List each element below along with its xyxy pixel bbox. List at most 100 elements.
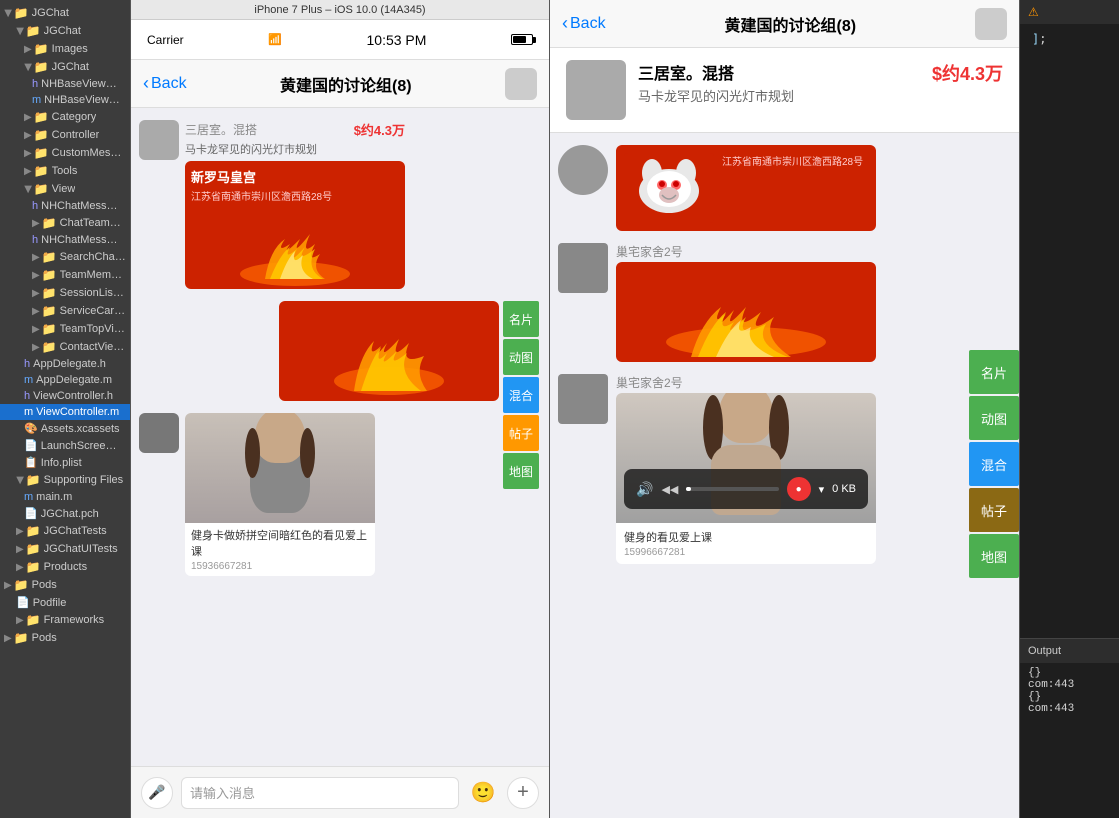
sidebar-item-jgchat-sub[interactable]: ▶ 📁 JGChat bbox=[0, 22, 130, 40]
sidebar-item-jgchat-root[interactable]: ▶ 📁 JGChat bbox=[0, 4, 130, 22]
mic-icon: 🎤 bbox=[148, 784, 165, 801]
expanded-map-button[interactable]: 地图 bbox=[969, 534, 1019, 578]
sidebar-item-teamtopvie[interactable]: ▶ 📁 TeamTopVie… bbox=[0, 320, 130, 338]
nav-avatar bbox=[505, 68, 537, 100]
h-file-icon: h bbox=[24, 390, 30, 402]
sidebar-item-controller[interactable]: ▶ 📁 Controller bbox=[0, 126, 130, 144]
assets-icon: 🎨 bbox=[24, 422, 38, 435]
folder-icon: 📁 bbox=[34, 182, 49, 196]
sidebar-item-label: Info.plist bbox=[41, 457, 82, 469]
chat-message-3: 健身卡做娇拼空间暗红色的看见爱上课 15936667281 bbox=[131, 409, 549, 580]
expanded-msg-1: 江苏省南通市崇川区澹西路28号 bbox=[550, 141, 1019, 235]
plus-button[interactable]: + bbox=[507, 777, 539, 809]
record-icon: ● bbox=[796, 484, 802, 495]
expanded-product-card-1[interactable]: 江苏省南通市崇川区澹西路28号 bbox=[616, 145, 876, 231]
arrow-icon: ▶ bbox=[2, 9, 13, 17]
sidebar-item-searchchath[interactable]: ▶ 📁 SearchChatH… bbox=[0, 248, 130, 266]
sidebar-item-custommessag[interactable]: ▶ 📁 CustomMessag… bbox=[0, 144, 130, 162]
expanded-product-card-3[interactable]: 🔊 ◀◀ ● ▾ 0 KB bbox=[616, 393, 876, 564]
sidebar-item-tools[interactable]: ▶ 📁 Tools bbox=[0, 162, 130, 180]
sidebar-item-products[interactable]: ▶ 📁 Products bbox=[0, 558, 130, 576]
sidebar-item-jgchat2[interactable]: ▶ 📁 JGChat bbox=[0, 58, 130, 76]
product-card-2[interactable] bbox=[279, 301, 499, 401]
girl-hair-left bbox=[245, 428, 260, 478]
sidebar-item-frameworks[interactable]: ▶ 📁 Frameworks bbox=[0, 611, 130, 629]
sidebar-item-jgchattests[interactable]: ▶ 📁 JGChatTests bbox=[0, 522, 130, 540]
expanded-post-button[interactable]: 帖子 bbox=[969, 488, 1019, 532]
chat-scroll[interactable]: 三居室。混搭 $约4.3万 马卡龙罕见的闪光灯市规划 新罗马皇宫 江苏省南通市崇… bbox=[131, 108, 549, 766]
expanded-product-card-2[interactable] bbox=[616, 262, 876, 362]
sidebar-item-jgchatuitests[interactable]: ▶ 📁 JGChatUITests bbox=[0, 540, 130, 558]
sidebar-item-chatteamtop[interactable]: ▶ 📁 ChatTeamTop… bbox=[0, 214, 130, 232]
wifi-icon: 📶 bbox=[268, 33, 282, 46]
mic-button[interactable]: 🎤 bbox=[141, 777, 173, 809]
post-button[interactable]: 帖子 bbox=[503, 415, 539, 451]
folder-icon: 📁 bbox=[42, 268, 57, 282]
product-subtitle: 马卡龙罕见的闪光灯市规划 bbox=[185, 141, 405, 157]
namecard-button[interactable]: 名片 bbox=[503, 301, 539, 337]
sidebar-item-label: ContactView… bbox=[60, 341, 126, 353]
expanded-chat-scroll[interactable]: 江苏省南通市崇川区澹西路28号 巢宅家舍2号 bbox=[550, 133, 1019, 818]
exp-photo-area: 🔊 ◀◀ ● ▾ 0 KB bbox=[616, 393, 876, 523]
sidebar-item-label: ViewController.m bbox=[36, 406, 119, 418]
audio-progress-fill bbox=[686, 487, 691, 491]
mixed-button[interactable]: 混合 bbox=[503, 377, 539, 413]
sidebar-item-info-plist[interactable]: 📋 Info.plist bbox=[0, 454, 130, 471]
sidebar-item-appdelegate-m[interactable]: m AppDelegate.m bbox=[0, 372, 130, 388]
carrier-label: Carrier bbox=[147, 33, 184, 47]
sidebar-item-viewcontroller-m[interactable]: m ViewController.m bbox=[0, 404, 130, 420]
sidebar-item-teammembe[interactable]: ▶ 📁 TeamMembe… bbox=[0, 266, 130, 284]
nav-title: 黄建国的讨论组(8) bbox=[187, 72, 505, 96]
sidebar-item-podfile[interactable]: 📄 Podfile bbox=[0, 594, 130, 611]
back-button[interactable]: ‹ Back bbox=[143, 73, 187, 94]
device-label: iPhone 7 Plus – iOS 10.0 (14A345) bbox=[131, 0, 549, 20]
sidebar-item-assets[interactable]: 🎨 Assets.xcassets bbox=[0, 420, 130, 437]
expanded-back-button[interactable]: ‹ Back bbox=[562, 13, 606, 34]
map-button[interactable]: 地图 bbox=[503, 453, 539, 489]
expanded-gif-button[interactable]: 动图 bbox=[969, 396, 1019, 440]
audio-progress-bar[interactable] bbox=[686, 487, 778, 491]
sidebar-item-pods2[interactable]: ▶ 📁 Pods bbox=[0, 629, 130, 647]
sidebar-item-launchscreen[interactable]: 📄 LaunchScreen.sto… bbox=[0, 437, 130, 454]
sidebar-item-servicecard[interactable]: ▶ 📁 ServiceCard… bbox=[0, 302, 130, 320]
exp-avatar-3 bbox=[558, 374, 608, 424]
product-card[interactable]: 新罗马皇宫 江苏省南通市崇川区澹西路28号 bbox=[185, 161, 405, 289]
sidebar-item-category[interactable]: ▶ 📁 Category bbox=[0, 108, 130, 126]
folder-icon: 📁 bbox=[42, 286, 57, 300]
expanded-namecard-button[interactable]: 名片 bbox=[969, 350, 1019, 394]
sidebar-item-viewcontroller-h[interactable]: h ViewController.h bbox=[0, 388, 130, 404]
product-card-3[interactable]: 健身卡做娇拼空间暗红色的看见爱上课 15936667281 bbox=[185, 413, 375, 576]
sidebar-item-appdelegate-h[interactable]: h AppDelegate.h bbox=[0, 356, 130, 372]
expanded-subtitle: 马卡龙罕见的闪光灯市规划 bbox=[638, 86, 920, 105]
audio-player[interactable]: 🔊 ◀◀ ● ▾ 0 KB bbox=[624, 469, 868, 509]
gif-button[interactable]: 动图 bbox=[503, 339, 539, 375]
pch-icon: 📄 bbox=[24, 507, 38, 520]
message-input[interactable]: 请输入消息 bbox=[181, 777, 459, 809]
arrow-icon: ▶ bbox=[14, 27, 25, 35]
sidebar-item-pods-root[interactable]: ▶ 📁 Pods bbox=[0, 576, 130, 594]
emoji-button[interactable]: 🙂 bbox=[467, 777, 499, 809]
sidebar-item-supporting-files[interactable]: ▶ 📁 Supporting Files bbox=[0, 471, 130, 489]
side-buttons: 名片 动图 混合 帖子 地图 bbox=[503, 301, 539, 489]
sidebar-item-label: JGChat.pch bbox=[41, 508, 99, 520]
sidebar-item-nhchatmess1[interactable]: h NHChatMess… bbox=[0, 198, 130, 214]
audio-record-button[interactable]: ● bbox=[787, 477, 811, 501]
sidebar-item-main-m[interactable]: m main.m bbox=[0, 489, 130, 505]
sidebar-item-nhbaseviewco2[interactable]: m NHBaseViewCo… bbox=[0, 92, 130, 108]
exp-store-name-2: 巢宅家舍2号 bbox=[616, 243, 876, 260]
arrow-icon: ▶ bbox=[16, 562, 24, 573]
arrow-icon: ▶ bbox=[4, 633, 12, 644]
sidebar-item-contactview[interactable]: ▶ 📁 ContactView… bbox=[0, 338, 130, 356]
expanded-mixed-button[interactable]: 混合 bbox=[969, 442, 1019, 486]
sidebar-item-view[interactable]: ▶ 📁 View bbox=[0, 180, 130, 198]
sidebar-item-sessionlistf[interactable]: ▶ 📁 SessionListF… bbox=[0, 284, 130, 302]
exp-body-2: 巢宅家舍2号 bbox=[616, 243, 876, 362]
sidebar-item-label: NHChatMess… bbox=[41, 200, 117, 212]
time-label: 10:53 PM bbox=[367, 32, 427, 48]
arrow-icon: ▶ bbox=[16, 615, 24, 626]
sidebar-item-nhchatmess2[interactable]: h NHChatMess… bbox=[0, 232, 130, 248]
sidebar-item-nhbaseviewco1[interactable]: h NHBaseViewCo… bbox=[0, 76, 130, 92]
sidebar-item-label: Images bbox=[52, 43, 88, 55]
sidebar-item-images[interactable]: ▶ 📁 Images bbox=[0, 40, 130, 58]
sidebar-item-jgchat-pch[interactable]: 📄 JGChat.pch bbox=[0, 505, 130, 522]
